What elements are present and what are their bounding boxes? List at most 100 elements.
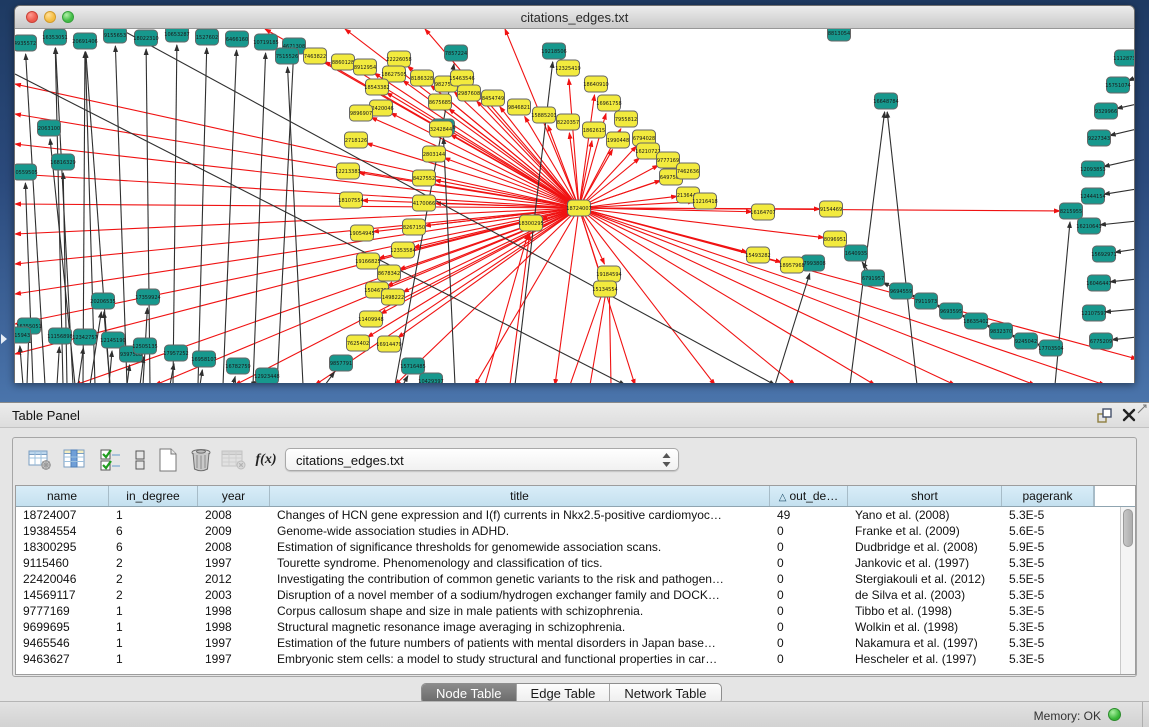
cell-out_de: 0 xyxy=(770,587,848,603)
svg-text:20559505: 20559505 xyxy=(15,170,38,176)
svg-text:10429397: 10429397 xyxy=(418,379,443,383)
svg-text:18724007: 18724007 xyxy=(566,206,591,212)
row-height-button[interactable] xyxy=(125,445,155,475)
svg-text:8267150: 8267150 xyxy=(403,225,425,231)
svg-text:15716485: 15716485 xyxy=(400,364,425,370)
table-selector[interactable]: citations_edges.txt xyxy=(285,448,679,471)
scrollbar-thumb[interactable] xyxy=(1123,509,1133,547)
svg-text:9329966: 9329966 xyxy=(1095,109,1117,115)
svg-text:8813054: 8813054 xyxy=(828,31,850,37)
svg-text:9857791: 9857791 xyxy=(330,361,352,367)
svg-text:9245042: 9245042 xyxy=(1015,339,1037,345)
table-row[interactable]: 946554611997Estimation of the future num… xyxy=(16,635,1135,651)
svg-text:18635402: 18635402 xyxy=(963,319,988,325)
cell-pagerank: 5.3E-5 xyxy=(1002,507,1094,523)
delete-column-button[interactable] xyxy=(186,445,216,475)
svg-text:3242844: 3242844 xyxy=(430,127,452,133)
svg-text:1527602: 1527602 xyxy=(196,35,218,41)
svg-text:12923448: 12923448 xyxy=(254,374,279,380)
float-panel-button[interactable] xyxy=(1097,408,1113,423)
svg-text:9693595: 9693595 xyxy=(940,309,962,315)
table-settings-button[interactable] xyxy=(25,445,55,475)
table-row[interactable]: 1456911722003Disruption of a novel membe… xyxy=(16,587,1135,603)
cell-pagerank: 5.9E-5 xyxy=(1002,539,1094,555)
cell-in_degree: 6 xyxy=(109,523,198,539)
svg-text:7463822: 7463822 xyxy=(304,54,326,60)
cell-short: Franke et al. (2009) xyxy=(848,523,1002,539)
fx-icon: f(x) xyxy=(256,452,277,468)
column-header-in_degree[interactable]: in_degree xyxy=(109,486,198,506)
svg-text:8912954: 8912954 xyxy=(354,65,376,71)
citation-network-graph[interactable]: 4935572163530512069140691556531802231010… xyxy=(15,29,1134,383)
svg-text:12444154: 12444154 xyxy=(1080,194,1105,200)
svg-text:18640910: 18640910 xyxy=(583,82,608,88)
svg-text:10719185: 10719185 xyxy=(253,40,278,46)
cell-name: 14569117 xyxy=(16,587,109,603)
svg-text:9694559: 9694559 xyxy=(890,289,912,295)
cell-pagerank: 5.3E-5 xyxy=(1002,587,1094,603)
svg-text:6466160: 6466160 xyxy=(226,37,248,43)
table-row[interactable]: 1938455462009Genome-wide association stu… xyxy=(16,523,1135,539)
cell-title: Estimation of the future numbers of pati… xyxy=(270,635,770,651)
cell-short: de Silva et al. (2003) xyxy=(848,587,1002,603)
column-header-title[interactable]: title xyxy=(270,486,770,506)
table-row[interactable]: 977716911998Corpus callosum shape and si… xyxy=(16,603,1135,619)
cell-name: 9777169 xyxy=(16,603,109,619)
table-row[interactable]: 946362711997Embryonic stem cells: a mode… xyxy=(16,651,1135,667)
table-row[interactable]: 2242004622012Investigating the contribut… xyxy=(16,571,1135,587)
function-builder-button[interactable]: f(x) xyxy=(251,445,281,475)
vertical-scrollbar[interactable] xyxy=(1120,507,1135,675)
cell-pagerank: 5.6E-5 xyxy=(1002,523,1094,539)
cell-short: Hescheler et al. (1997) xyxy=(848,651,1002,667)
svg-text:1990448: 1990448 xyxy=(607,138,629,144)
svg-text:11216418: 11216418 xyxy=(692,199,717,205)
column-header-pagerank[interactable]: pagerank xyxy=(1002,486,1094,506)
cell-short: Wolkin et al. (1998) xyxy=(848,619,1002,635)
memory-status-indicator xyxy=(1108,708,1121,721)
cell-year: 2008 xyxy=(198,539,270,555)
svg-text:18022310: 18022310 xyxy=(133,36,158,42)
network-canvas[interactable]: 4935572163530512069140691556531802231010… xyxy=(15,29,1134,383)
cell-in_degree: 2 xyxy=(109,587,198,603)
column-header-name[interactable]: name xyxy=(16,486,109,506)
svg-text:19218506: 19218506 xyxy=(541,49,566,55)
close-panel-button[interactable] xyxy=(1122,407,1137,423)
table-panel-body: f(x) citations_edges.txt namein_degreeye… xyxy=(12,437,1137,677)
cell-in_degree: 1 xyxy=(109,635,198,651)
svg-text:8186328: 8186328 xyxy=(411,76,433,82)
svg-text:15885203: 15885203 xyxy=(531,113,556,119)
svg-text:17703504: 17703504 xyxy=(1038,346,1063,352)
table-row[interactable]: 1830029562008Estimation of significance … xyxy=(16,539,1135,555)
svg-text:7515526: 7515526 xyxy=(276,54,298,60)
application-window: citations_edges.txt 49355721635305120691… xyxy=(0,0,1149,727)
table-panel-header: Table Panel xyxy=(0,403,1149,428)
svg-text:4170066: 4170066 xyxy=(413,201,435,207)
cell-name: 9115460 xyxy=(16,555,109,571)
column-header-out_de[interactable]: △out_de… xyxy=(770,486,848,506)
select-columns-button[interactable] xyxy=(95,445,125,475)
cell-name: 18724007 xyxy=(16,507,109,523)
cell-year: 2008 xyxy=(198,507,270,523)
cell-name: 9699695 xyxy=(16,619,109,635)
cell-title: Embryonic stem cells: a model to study s… xyxy=(270,651,770,667)
svg-text:7857224: 7857224 xyxy=(445,51,467,57)
cell-out_de: 0 xyxy=(770,635,848,651)
delete-table-button[interactable] xyxy=(219,445,249,475)
column-header-short[interactable]: short xyxy=(848,486,1002,506)
column-header-year[interactable]: year xyxy=(198,486,270,506)
node-table: namein_degreeyeartitle△out_de…shortpager… xyxy=(15,485,1136,675)
cell-short: Yano et al. (2008) xyxy=(848,507,1002,523)
svg-text:2718126: 2718126 xyxy=(345,138,367,144)
table-row[interactable]: 1872400712008Changes of HCN gene express… xyxy=(16,507,1135,523)
resize-grip-icon[interactable] xyxy=(1137,404,1147,414)
cell-title: Genome-wide association studies in ADHD. xyxy=(270,523,770,539)
create-column-button[interactable] xyxy=(153,445,183,475)
svg-text:17957252: 17957252 xyxy=(163,351,188,357)
cell-name: 19384554 xyxy=(16,523,109,539)
show-columns-button[interactable] xyxy=(60,445,90,475)
svg-text:20691406: 20691406 xyxy=(72,39,97,45)
table-row[interactable]: 911546021997Tourette syndrome. Phenomeno… xyxy=(16,555,1135,571)
table-selector-value: citations_edges.txt xyxy=(296,453,404,468)
table-row[interactable]: 969969511998Structural magnetic resonanc… xyxy=(16,619,1135,635)
cell-short: Tibbo et al. (1998) xyxy=(848,603,1002,619)
